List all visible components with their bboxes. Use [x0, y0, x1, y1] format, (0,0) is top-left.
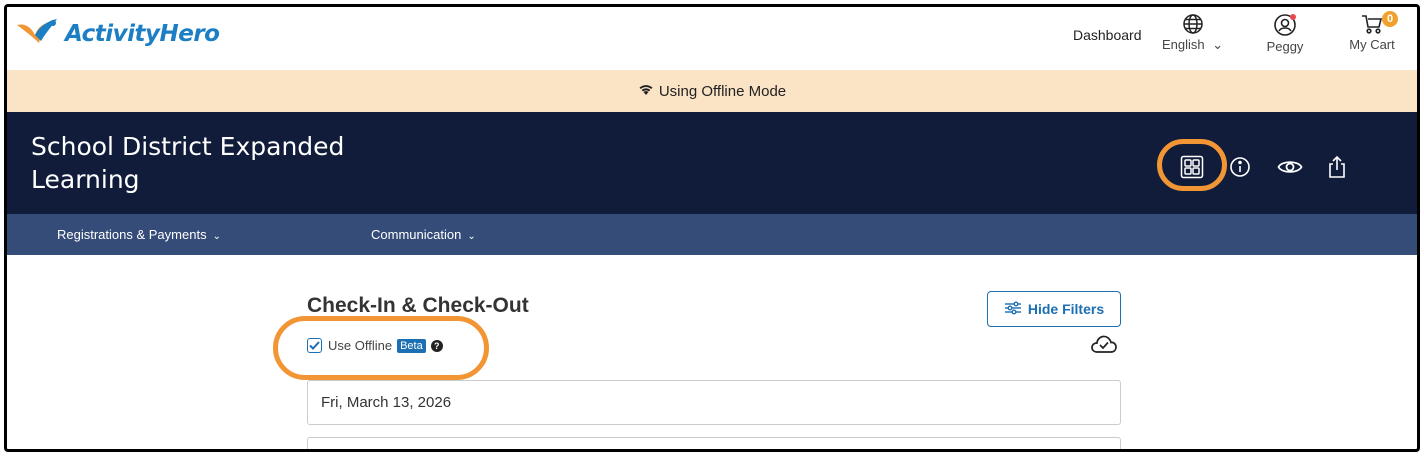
chevron-down-icon: ⌄	[212, 231, 221, 242]
offline-banner-text: Using Offline Mode	[658, 82, 787, 100]
wifi-icon	[638, 83, 659, 100]
top-header: ActivityHero Dashboard English ⌄ Peggy 0…	[7, 7, 1417, 70]
cart-count-badge: 0	[1382, 11, 1398, 27]
info-icon[interactable]	[1225, 152, 1255, 182]
cloud-sync-icon	[1090, 334, 1118, 359]
user-name: Peggy	[1266, 39, 1304, 54]
chevron-down-icon: ⌄	[467, 231, 476, 242]
org-title-bar: School District Expanded Learning	[7, 112, 1417, 214]
grid-view-icon[interactable]	[1177, 152, 1207, 182]
share-icon[interactable]	[1322, 152, 1352, 182]
date-picker-field[interactable]: Fri, March 13, 2026	[307, 380, 1121, 425]
section-heading: Check-In & Check-Out	[307, 294, 529, 317]
menu-label: Communication	[371, 227, 462, 242]
section-nav: Registrations & Payments ⌄ Communication ⌄	[7, 214, 1417, 255]
use-offline-checkbox[interactable]	[307, 338, 322, 353]
sliders-icon	[1004, 301, 1028, 318]
cart-button[interactable]: 0 My Cart	[1342, 11, 1402, 52]
page-title: School District Expanded Learning	[31, 132, 345, 194]
hide-filters-label: Hide Filters	[1027, 301, 1105, 317]
language-label: English	[1162, 37, 1205, 52]
user-avatar-icon	[1260, 13, 1310, 37]
menu-label: Registrations & Payments	[57, 227, 207, 242]
use-offline-label: Use Offline	[328, 338, 393, 353]
user-menu[interactable]: Peggy	[1260, 13, 1310, 54]
globe-icon	[1162, 13, 1223, 35]
cart-label: My Cart	[1349, 37, 1395, 52]
menu-registrations-payments[interactable]: Registrations & Payments ⌄	[57, 227, 221, 242]
hide-filters-button[interactable]: Hide Filters	[987, 291, 1121, 327]
logo-text: ActivityHero	[65, 21, 220, 47]
logo-mark-icon	[13, 17, 63, 51]
beta-badge: Beta	[397, 338, 426, 353]
app-window: ActivityHero Dashboard English ⌄ Peggy 0…	[4, 4, 1420, 452]
eye-icon[interactable]	[1275, 152, 1305, 182]
select-field[interactable]	[307, 437, 1121, 449]
dashboard-link[interactable]: Dashboard	[1073, 27, 1142, 43]
offline-banner: Using Offline Mode	[7, 70, 1417, 112]
logo[interactable]: ActivityHero	[13, 17, 220, 51]
use-offline-toggle: Use Offline Beta ?	[307, 338, 443, 353]
help-icon[interactable]: ?	[430, 339, 443, 352]
chevron-down-icon: ⌄	[1212, 37, 1224, 52]
menu-communication[interactable]: Communication ⌄	[371, 227, 476, 242]
language-selector[interactable]: English ⌄	[1162, 13, 1223, 53]
